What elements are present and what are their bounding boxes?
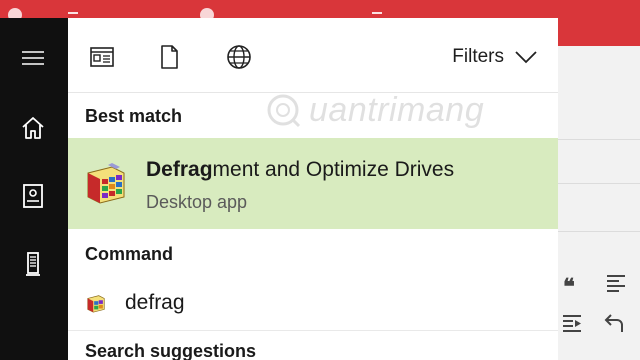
start-menu-rail <box>0 18 68 360</box>
web-filter-icon[interactable] <box>225 43 253 71</box>
watermark-text: uantrimang <box>309 90 485 129</box>
defrag-app-icon <box>82 159 130 207</box>
best-match-title-rest: ment and Optimize Drives <box>212 158 455 181</box>
command-result-item[interactable]: defrag <box>68 283 558 323</box>
notebook-icon[interactable] <box>19 182 47 210</box>
apps-filter-icon[interactable] <box>88 43 116 71</box>
home-icon[interactable] <box>19 114 47 142</box>
filters-label: Filters <box>452 46 504 67</box>
best-match-heading: Best match <box>85 106 183 126</box>
toolbar-mark <box>372 12 382 14</box>
align-left-icon[interactable] <box>605 272 627 298</box>
watermark: uantrimang <box>263 90 484 130</box>
watermark-logo-icon <box>267 94 301 128</box>
command-result-label: defrag <box>125 291 185 314</box>
best-match-result[interactable]: Defragment and Optimize Drives Desktop a… <box>68 138 558 229</box>
chevron-down-icon <box>515 51 537 64</box>
tower-pc-icon[interactable] <box>19 250 47 278</box>
toolbar-mark <box>68 12 78 14</box>
defrag-command-icon <box>85 292 107 314</box>
documents-filter-icon[interactable] <box>155 43 183 71</box>
filter-toolbar: Filters <box>68 18 558 93</box>
filters-dropdown[interactable]: Filters <box>452 46 538 68</box>
divider <box>68 330 558 331</box>
undo-icon[interactable] <box>603 312 625 338</box>
divider <box>557 231 640 232</box>
best-match-title: Defragment and Optimize Drives <box>146 158 454 182</box>
divider <box>557 183 640 184</box>
hamburger-menu-icon[interactable] <box>19 44 47 72</box>
format-list-icon[interactable] <box>561 312 583 338</box>
search-suggestions-heading: Search suggestions <box>85 341 257 360</box>
search-results-panel: Filters uantrimang Best match Defragment… <box>68 18 558 360</box>
command-heading: Command <box>85 244 174 264</box>
quote-icon[interactable]: ❝ <box>563 276 575 298</box>
best-match-title-bold: Defrag <box>146 158 213 181</box>
best-match-subtitle: Desktop app <box>146 192 248 212</box>
editor-side-panel: ❝ <box>557 46 640 360</box>
divider <box>557 139 640 140</box>
